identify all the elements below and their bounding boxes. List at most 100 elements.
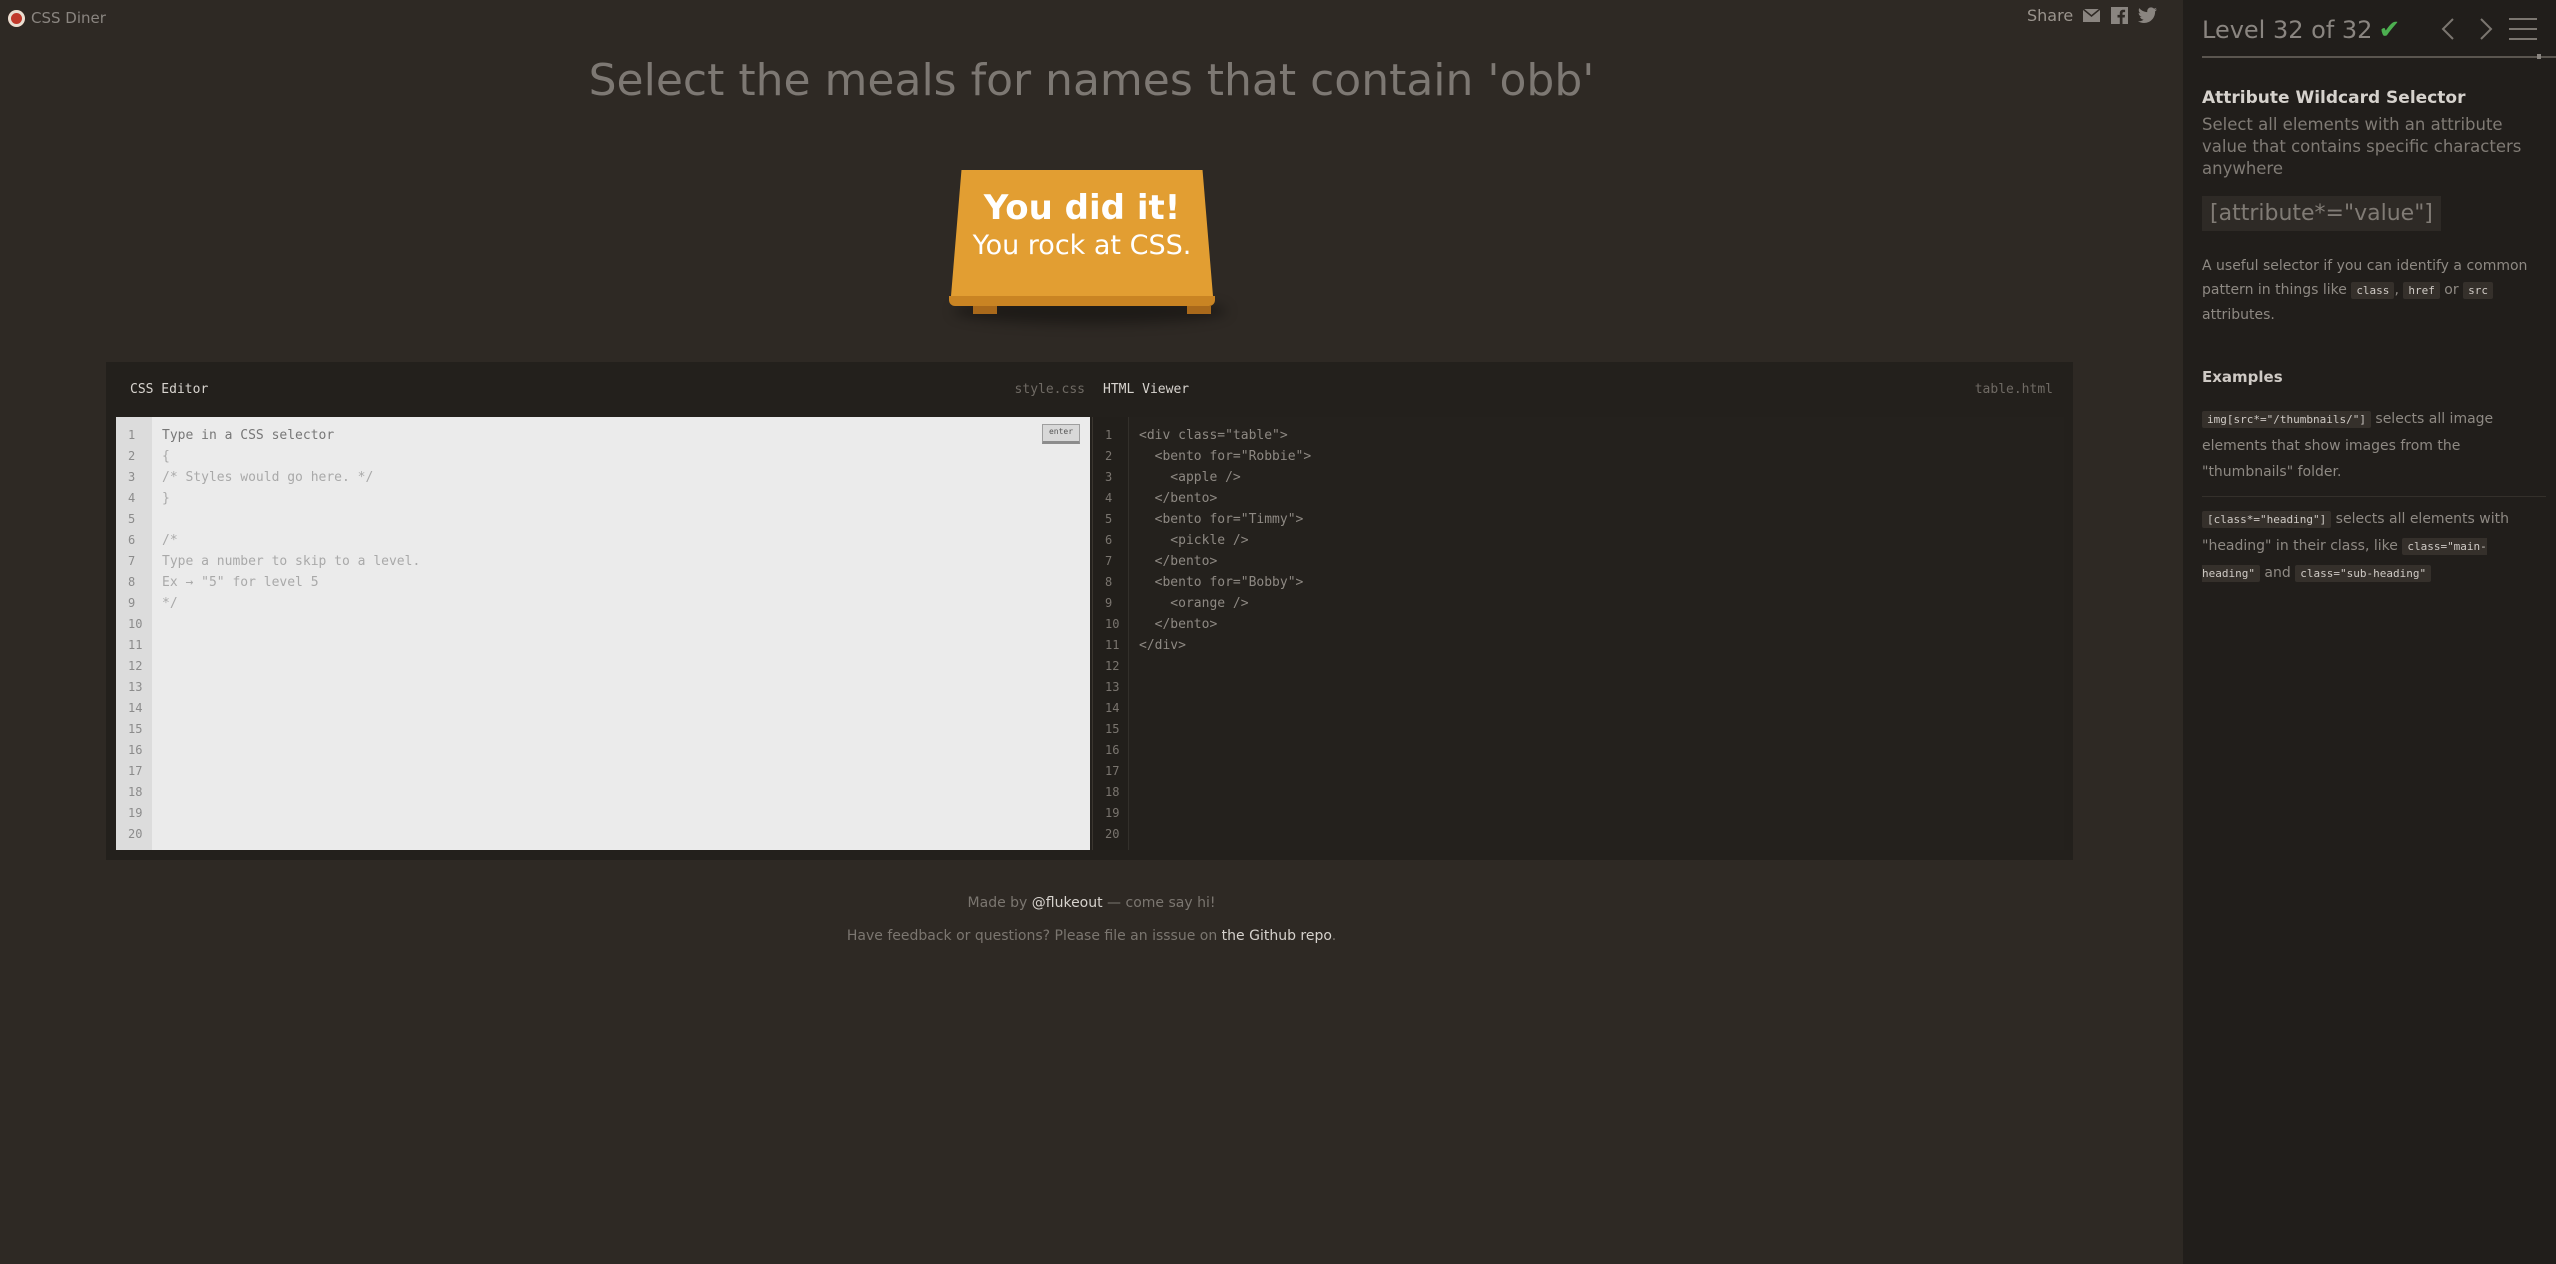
example-2: [class*="heading"] selects all elements … [2202,506,2542,587]
chevron-right-icon [2480,18,2493,40]
line-number: 11 [1105,638,1120,652]
feedback-prefix: Have feedback or questions? Please file … [846,928,1222,944]
markup-line: </bento> [1139,491,1218,506]
css-input[interactable]: Type in a CSS selector { /* Styles would g… [162,425,420,614]
line-number: 17 [1105,764,1120,778]
line-number: 19 [1105,806,1120,820]
line-number: 15 [1105,722,1120,736]
line-number: 1 [128,428,136,442]
chevron-left-icon [2441,18,2454,40]
hint-suffix: attributes. [2202,307,2275,323]
win-subtitle: You rock at CSS. [972,230,1192,262]
html-markup: <div class="table"> <bento for="Robbie">… [1139,425,1311,656]
hint-code-href: href [2403,282,2440,299]
level-instruction: Select the meals for names that contain … [588,55,1595,106]
completed-check-icon: ✔ [2378,15,2401,45]
main-area: CSS Diner Share Select the meals for nam… [0,0,2183,1264]
hint-code-src: src [2463,282,2493,299]
markup-line: </bento> [1139,617,1218,632]
line-number: 4 [1105,491,1113,505]
line-number: 2 [128,449,136,463]
enter-button[interactable]: enter [1042,424,1080,444]
css-editor-filename: style.css [1014,382,1085,397]
line-number: 14 [128,701,143,715]
markup-line: <pickle /> [1139,533,1249,548]
css-line-numbers: 1 2 3 4 5 6 7 8 9 10 11 12 13 14 15 16 17 18 19 20 [116,417,152,850]
line-number: 3 [1105,470,1113,484]
level-menu-icon[interactable] [2509,18,2537,40]
code-line: } [162,491,170,506]
html-viewer-header: HTML Viewer table.html [1103,362,2053,417]
brand[interactable]: CSS Diner [8,7,106,29]
css-editor-title: CSS Editor [130,382,209,397]
line-number: 20 [128,827,143,841]
win-message: You did it! You rock at CSS. [945,188,1219,262]
line-number: 6 [128,533,136,547]
line-number: 5 [1105,512,1113,526]
editor-panel: CSS Editor style.css HTML Viewer table.h… [106,362,2073,860]
line-number: 16 [1105,743,1120,757]
line-number: 15 [128,722,143,736]
example-1: img[src*="/thumbnails/"] selects all ima… [2202,406,2542,485]
level-label: Level 32 of 32 [2202,16,2373,44]
line-number: 20 [1105,827,1120,841]
github-repo-link[interactable]: the Github repo [1222,928,1332,944]
css-diner-logo-icon [8,9,25,27]
flukeout-link[interactable]: @flukeout [1032,895,1103,911]
example-2-and: and [2259,565,2296,581]
line-number: 7 [128,554,136,568]
feedback-suffix: . [1331,928,1337,944]
credits-suffix: — come say hi! [1102,895,1216,911]
feedback: Have feedback or questions? Please file … [0,928,2183,944]
markup-line: </bento> [1139,554,1218,569]
html-viewer-pane: 1 2 3 4 5 6 7 8 9 10 11 12 13 14 15 16 17 18 19 20 <div cla… [1092,417,2064,850]
line-number: 9 [1105,596,1113,610]
line-number: 10 [1105,617,1120,631]
share-label: Share [2027,6,2074,25]
line-number: 2 [1105,449,1113,463]
examples-heading: Examples [2202,368,2283,386]
table-plate: You did it! You rock at CSS. [945,170,1235,324]
selector-syntax: [attribute*="value"] [2202,196,2441,231]
next-level-button[interactable] [2473,16,2499,42]
selector-description: Select all elements with an attribute va… [2202,115,2522,178]
share-bar: Share [2027,6,2158,25]
previous-level-button[interactable] [2435,16,2461,42]
selector-hint: A useful selector if you can identify a … [2202,254,2542,327]
code-line: */ [162,596,178,611]
css-editor-header: CSS Editor style.css [130,362,1085,417]
line-number: 11 [128,638,143,652]
markup-line: <bento for="Robbie"> [1139,449,1312,464]
line-number: 10 [128,617,143,631]
level-progress-marker [2537,54,2541,59]
code-line: /* Styles would go here. */ [162,470,374,485]
code-line: { [162,449,170,464]
css-editor-pane[interactable]: 1 2 3 4 5 6 7 8 9 10 11 12 13 14 15 16 17 18 19 20 Type in … [116,417,1090,850]
line-number: 8 [128,575,136,589]
html-viewer-filename: table.html [1974,382,2053,397]
markup-line: <bento for="Bobby"> [1139,575,1304,590]
line-number: 4 [128,491,136,505]
line-number: 16 [128,743,143,757]
example-2-code-sub: class="sub-heading" [2295,565,2432,582]
hint-sep: , [2394,282,2404,298]
examples-divider [2202,496,2546,497]
facebook-icon[interactable] [2110,6,2129,25]
hint-code-class: class [2351,282,2395,299]
code-line: Type a number to skip to a level. [162,554,421,569]
line-number: 6 [1105,533,1113,547]
twitter-icon[interactable] [2138,6,2158,25]
example-1-code: img[src*="/thumbnails/"] [2202,411,2371,428]
markup-line: <apple /> [1139,470,1241,485]
level-progress-bar [2202,56,2556,58]
html-line-numbers: 1 2 3 4 5 6 7 8 9 10 11 12 13 14 15 16 17 18 19 20 [1093,417,1129,850]
line-number: 18 [128,785,143,799]
code-line: Ex → "5" for level 5 [162,575,319,590]
code-line: Type in a CSS selector [162,428,335,443]
plate-leg-left [973,306,997,314]
line-number: 17 [128,764,143,778]
level-sidebar: Level 32 of 32 ✔ Attribute Wildcard Sele… [2183,0,2556,1264]
mail-icon[interactable] [2082,6,2101,25]
win-title: You did it! [983,188,1181,228]
